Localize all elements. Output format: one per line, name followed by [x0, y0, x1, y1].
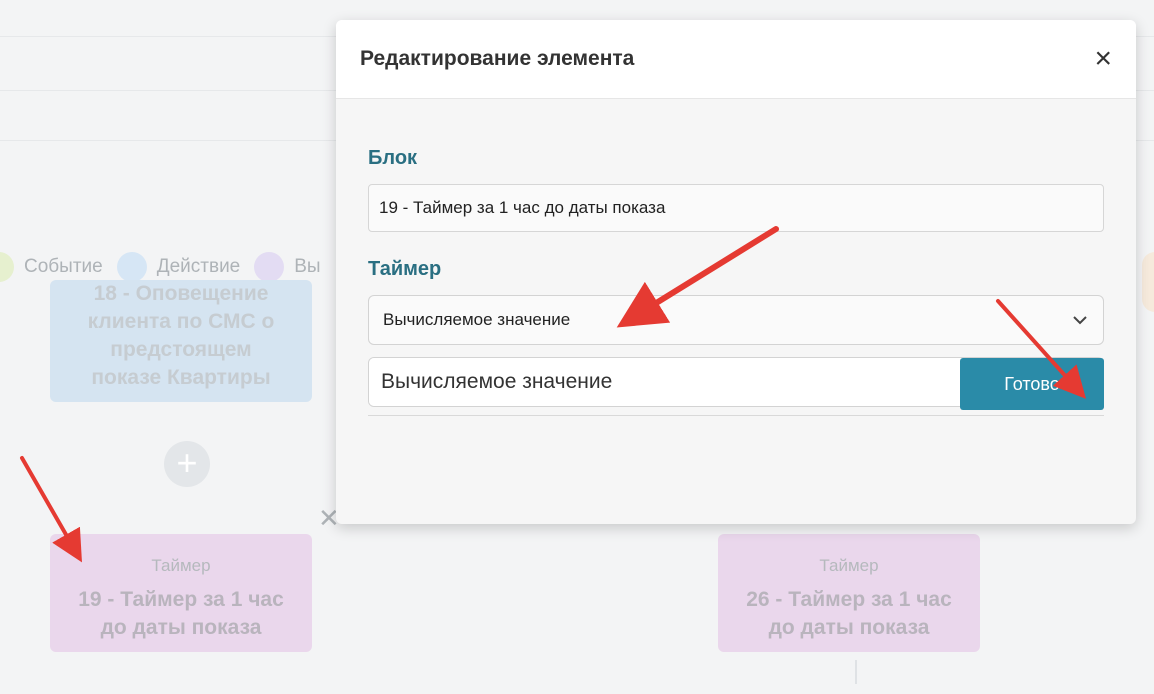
node-line: клиента по СМС о — [87, 310, 275, 333]
workflow-node-timer-26[interactable]: Таймер 26 - Таймер за 1 час до даты пока… — [718, 534, 980, 652]
dialog-header: Редактирование элемента × — [336, 20, 1136, 99]
legend-label: Действие — [156, 256, 241, 277]
node-line: показе Квартиры — [91, 366, 271, 389]
edit-element-dialog: Редактирование элемента × Блок 19 - Тайм… — [336, 20, 1136, 524]
workflow-node-timer-19[interactable]: Таймер 19 - Таймер за 1 час до даты пока… — [50, 534, 312, 652]
node-line: 26 - Таймер за 1 час — [746, 588, 952, 611]
dialog-title: Редактирование элемента — [360, 47, 635, 70]
close-button[interactable]: × — [1094, 44, 1112, 74]
legend-dot — [0, 252, 14, 282]
done-button[interactable]: Готово — [960, 358, 1104, 410]
legend-dot — [116, 252, 147, 282]
add-step-button[interactable]: + — [164, 441, 210, 487]
workflow-node-sms[interactable]: 18 - Оповещение клиента по СМС о предсто… — [50, 280, 312, 402]
node-kind: Таймер — [151, 556, 211, 575]
timer-expression-input[interactable] — [369, 358, 1052, 406]
node-kind: Таймер — [819, 556, 879, 575]
node-line: 18 - Оповещение — [93, 282, 269, 305]
block-label: Блок — [368, 147, 418, 169]
legend-dot — [1142, 252, 1154, 312]
node-line: до даты показа — [768, 616, 930, 639]
timer-select-value: Вычисляемое значение — [383, 310, 571, 329]
timer-select[interactable]: Вычисляемое значение — [368, 295, 1104, 345]
node-line: до даты показа — [100, 616, 262, 639]
connector-line — [855, 660, 857, 684]
chevron-down-icon — [1073, 316, 1087, 325]
legend-label: Вы — [294, 256, 321, 277]
legend-item-action: Действие — [116, 252, 241, 282]
legend-dot — [254, 252, 285, 282]
node-line: предстоящем — [110, 338, 252, 361]
legend: Событие Действие Вы — [0, 252, 335, 282]
legend-item-other: Вы — [254, 252, 321, 282]
block-field[interactable]: 19 - Таймер за 1 час до даты показа — [368, 184, 1104, 232]
node-line: 19 - Таймер за 1 час — [78, 588, 284, 611]
timer-label: Таймер — [368, 258, 442, 280]
legend-label: Событие — [24, 256, 103, 277]
dialog-divider — [368, 415, 1104, 416]
legend-item-event: Событие — [0, 252, 103, 282]
